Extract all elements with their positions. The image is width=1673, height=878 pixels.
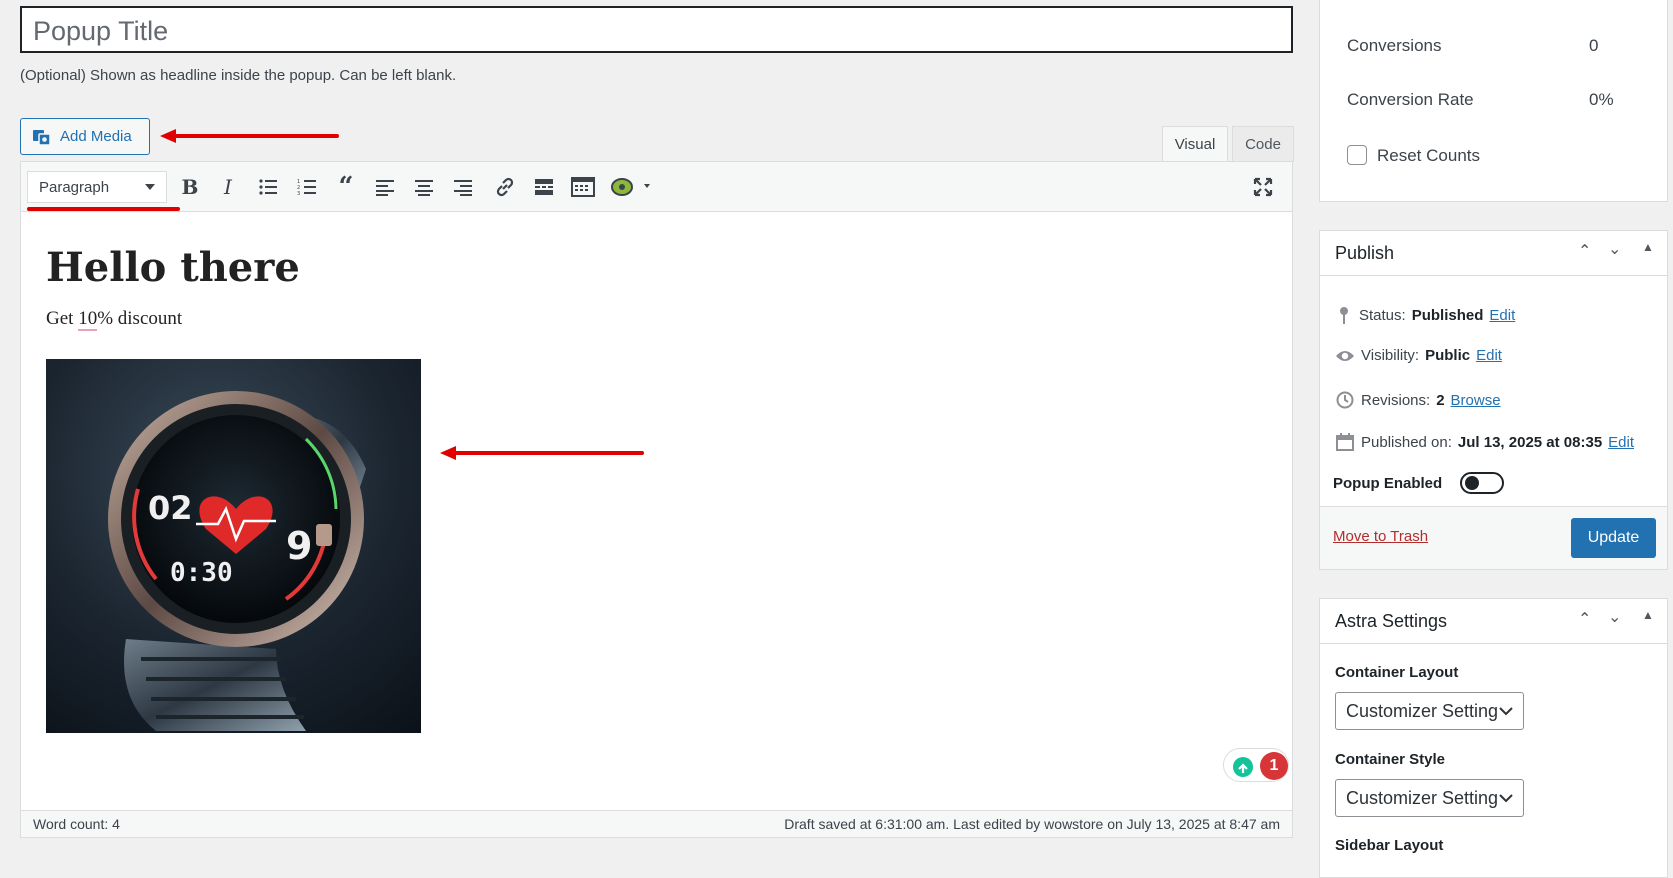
caret-down-icon bbox=[145, 184, 155, 190]
visibility-edit-link[interactable]: Edit bbox=[1476, 347, 1502, 364]
popup-enabled-toggle[interactable] bbox=[1460, 472, 1504, 494]
align-right-icon[interactable] bbox=[450, 174, 476, 200]
link-icon[interactable] bbox=[492, 174, 518, 200]
tab-visual[interactable]: Visual bbox=[1162, 126, 1228, 162]
align-center-icon[interactable] bbox=[411, 174, 437, 200]
format-select-value: Paragraph bbox=[39, 178, 110, 196]
move-down-icon[interactable]: ⌄ bbox=[1608, 607, 1621, 627]
collapse-icon[interactable]: ▲ bbox=[1642, 608, 1654, 622]
media-icon bbox=[33, 129, 51, 146]
visibility-value: Public bbox=[1425, 347, 1471, 364]
move-up-icon[interactable]: ⌃ bbox=[1578, 241, 1591, 261]
watch-number-right: 9 bbox=[286, 524, 312, 568]
container-style-select[interactable]: Customizer Setting bbox=[1335, 779, 1524, 817]
grammar-assistant-widget[interactable]: 1 bbox=[1223, 748, 1289, 782]
published-value: Jul 13, 2025 at 08:35 bbox=[1457, 433, 1603, 451]
tab-code[interactable]: Code bbox=[1232, 126, 1294, 162]
popup-enabled-label: Popup Enabled bbox=[1333, 475, 1443, 492]
stat-label-conversion-rate: Conversion Rate bbox=[1347, 90, 1474, 109]
container-style-value: Customizer Setting bbox=[1346, 787, 1499, 808]
astra-settings-box: Astra Settings ⌃ ⌄ ▲ Container Layout Cu… bbox=[1319, 598, 1668, 878]
paragraph-text-start: Get bbox=[46, 308, 79, 329]
status-row: Status: Published Edit bbox=[1335, 305, 1515, 325]
sidebar-layout-label: Sidebar Layout bbox=[1335, 837, 1444, 854]
title-hint: (Optional) Shown as headline inside the … bbox=[20, 67, 457, 84]
move-up-icon[interactable]: ⌃ bbox=[1578, 609, 1591, 629]
grammar-count-badge: 1 bbox=[1260, 752, 1288, 780]
update-button[interactable]: Update bbox=[1571, 518, 1656, 558]
annotation-underline-format bbox=[27, 207, 180, 211]
spellcheck-word: 10 bbox=[78, 308, 98, 331]
astra-title: Astra Settings bbox=[1335, 611, 1448, 631]
annotation-arrow-image bbox=[440, 445, 645, 461]
container-style-label: Container Style bbox=[1335, 751, 1446, 768]
editor-statusbar: Word count: 4 Draft saved at 6:31:00 am.… bbox=[21, 810, 1292, 837]
popup-title-input[interactable]: Popup Title bbox=[20, 6, 1293, 53]
content-paragraph[interactable]: Get 10% discount bbox=[46, 308, 183, 331]
watch-number-left: 02 bbox=[148, 489, 193, 527]
status-value: Published bbox=[1411, 306, 1484, 324]
visibility-row: Visibility: Public Edit bbox=[1335, 347, 1502, 364]
annotation-arrow-add-media bbox=[160, 128, 340, 144]
svg-text:3: 3 bbox=[297, 191, 300, 196]
reset-counts-checkbox[interactable] bbox=[1347, 145, 1367, 165]
grammar-logo-icon bbox=[1233, 757, 1253, 777]
bold-icon[interactable]: B bbox=[177, 174, 203, 200]
container-layout-select[interactable]: Customizer Setting bbox=[1335, 692, 1524, 730]
stat-value-conversions: 0 bbox=[1589, 36, 1599, 55]
word-count: Word count: 4 bbox=[33, 816, 120, 832]
align-left-icon[interactable] bbox=[372, 174, 398, 200]
autosave-status: Draft saved at 6:31:00 am. Last edited b… bbox=[784, 816, 1280, 832]
stat-label-conversions: Conversions bbox=[1347, 36, 1442, 55]
add-media-label: Add Media bbox=[60, 128, 132, 145]
read-more-icon[interactable] bbox=[531, 174, 557, 200]
revisions-label: Revisions: bbox=[1361, 391, 1431, 409]
container-layout-value: Customizer Setting bbox=[1346, 700, 1499, 721]
container-layout-label: Container Layout bbox=[1335, 664, 1459, 681]
eye-icon bbox=[1336, 350, 1354, 361]
popup-stats-box: Conversions 0 Conversion Rate 0% Reset C… bbox=[1319, 0, 1668, 202]
published-label: Published on: bbox=[1361, 433, 1452, 451]
published-edit-link[interactable]: Edit bbox=[1608, 434, 1634, 451]
calendar-icon bbox=[1336, 433, 1354, 451]
browse-revisions-link[interactable]: Browse bbox=[1451, 392, 1501, 409]
move-down-icon[interactable]: ⌄ bbox=[1608, 239, 1621, 259]
toolbar-toggle-icon[interactable] bbox=[570, 174, 596, 200]
chevron-down-icon bbox=[1499, 706, 1513, 715]
content-heading[interactable]: Hello there bbox=[46, 244, 300, 291]
publish-title: Publish bbox=[1335, 243, 1395, 263]
chevron-down-icon bbox=[1499, 793, 1513, 802]
format-select[interactable]: Paragraph bbox=[27, 171, 167, 203]
editor-toolbar bbox=[21, 162, 1292, 212]
revisions-row: Revisions: 2 Browse bbox=[1335, 390, 1501, 410]
status-edit-link[interactable]: Edit bbox=[1489, 307, 1515, 324]
watch-time: 0:30 bbox=[170, 558, 233, 588]
smartwatch-image[interactable]: 02 9 0:30 bbox=[46, 359, 421, 733]
paragraph-text-end: % discount bbox=[97, 308, 183, 329]
plugin-icon[interactable] bbox=[610, 174, 654, 200]
status-label: Status: bbox=[1359, 306, 1406, 324]
move-to-trash-link[interactable]: Move to Trash bbox=[1333, 528, 1428, 545]
blockquote-icon[interactable]: “ bbox=[333, 172, 359, 202]
visibility-label: Visibility: bbox=[1361, 347, 1420, 364]
revisions-value: 2 bbox=[1436, 391, 1445, 409]
numbered-list-icon[interactable]: 123 bbox=[294, 174, 320, 200]
add-media-button[interactable]: Add Media bbox=[20, 118, 150, 155]
stat-value-conversion-rate: 0% bbox=[1589, 90, 1614, 109]
fullscreen-icon[interactable] bbox=[1250, 174, 1276, 200]
history-icon bbox=[1336, 391, 1354, 409]
published-on-row: Published on: Jul 13, 2025 at 08:35 Edit bbox=[1335, 432, 1634, 452]
italic-icon[interactable]: I bbox=[215, 174, 241, 200]
collapse-icon[interactable]: ▲ bbox=[1642, 240, 1654, 254]
bullet-list-icon[interactable] bbox=[255, 174, 281, 200]
reset-counts-label[interactable]: Reset Counts bbox=[1377, 146, 1480, 166]
pin-icon bbox=[1340, 307, 1348, 324]
